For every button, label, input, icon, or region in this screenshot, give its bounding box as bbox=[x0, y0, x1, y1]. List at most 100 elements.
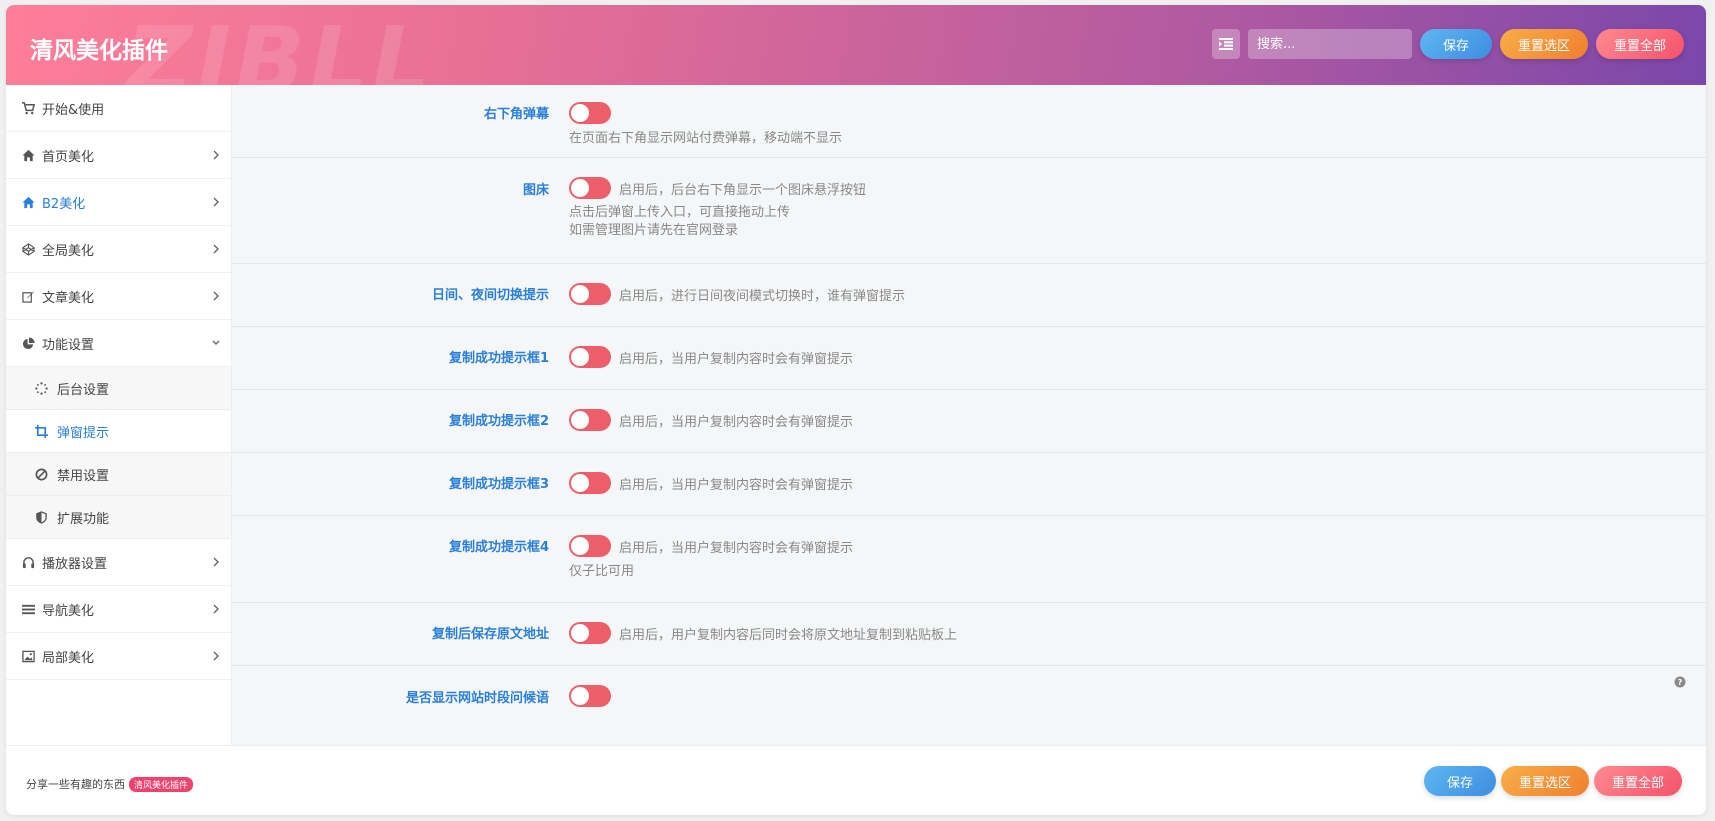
sidebar-item-local[interactable]: 局部美化 bbox=[6, 633, 231, 680]
page-title: 清风美化插件 bbox=[30, 38, 168, 64]
reset-section-button[interactable]: 重置选区 bbox=[1499, 29, 1588, 59]
setting-body: 启用后，后台右下角显示一个图床悬浮按钮 点击后弹窗上传入口，可直接拖动上传 如需… bbox=[569, 177, 866, 240]
sidebar-item-start[interactable]: 开始&使用 bbox=[6, 85, 231, 132]
home-icon bbox=[20, 147, 36, 163]
sidebar-subitem-label: 弹窗提示 bbox=[57, 425, 110, 441]
day-night-toggle[interactable] bbox=[569, 283, 611, 305]
home-icon bbox=[20, 194, 36, 210]
footer-save-button[interactable]: 保存 bbox=[1423, 766, 1496, 796]
footer-brand-badge[interactable]: 清风美化插件 bbox=[129, 776, 194, 792]
sidebar-item-global[interactable]: 全局美化 bbox=[6, 226, 231, 273]
setting-body: 启用后，当用户复制内容时会有弹窗提示 bbox=[569, 409, 853, 431]
image-host-toggle[interactable] bbox=[569, 177, 611, 199]
reset-all-button[interactable]: 重置全部 bbox=[1595, 29, 1684, 59]
setting-label: 日间、夜间切换提示 bbox=[431, 288, 549, 303]
search-input[interactable] bbox=[1247, 29, 1412, 59]
setting-label: 复制成功提示框1 bbox=[448, 351, 549, 366]
list-indent-icon bbox=[1218, 38, 1233, 50]
sidebar-item-b2[interactable]: B2美化 bbox=[6, 179, 231, 226]
setting-label: 图床 bbox=[522, 183, 549, 198]
ban-icon bbox=[33, 466, 49, 482]
chevron-right-icon bbox=[213, 197, 219, 207]
setting-desc: 仅子比可用 bbox=[569, 564, 635, 579]
sidebar-subitem-label: 扩展功能 bbox=[57, 511, 110, 527]
sidebar-item-functions[interactable]: 功能设置 bbox=[6, 320, 231, 367]
copy-tip-3-toggle[interactable] bbox=[569, 472, 611, 494]
setting-row: 复制成功提示框3 启用后，当用户复制内容时会有弹窗提示 bbox=[232, 453, 1706, 516]
save-source-url-toggle[interactable] bbox=[569, 622, 611, 644]
setting-inline-desc: 启用后，进行日间夜间模式切换时，谁有弹窗提示 bbox=[619, 288, 906, 304]
codepen-icon bbox=[20, 241, 36, 257]
copy-tip-4-toggle[interactable] bbox=[569, 535, 611, 557]
setting-row: 图床 启用后，后台右下角显示一个图床悬浮按钮 点击后弹窗上传入口，可直接拖动上传… bbox=[232, 158, 1706, 264]
expand-all-button[interactable] bbox=[1211, 29, 1240, 59]
copy-tip-1-toggle[interactable] bbox=[569, 346, 611, 368]
setting-body: 在页面右下角显示网站付费弹幕，移动端不显示 bbox=[569, 102, 842, 148]
setting-row: 复制成功提示框4 启用后，当用户复制内容时会有弹窗提示 仅子比可用 bbox=[232, 516, 1706, 603]
save-button[interactable]: 保存 bbox=[1419, 29, 1492, 59]
copy-tip-2-toggle[interactable] bbox=[569, 409, 611, 431]
setting-label: 复制后保存原文地址 bbox=[431, 627, 549, 642]
help-icon[interactable]: ? bbox=[1674, 676, 1686, 688]
footer-text: 分享一些有趣的东西 bbox=[26, 778, 125, 791]
chevron-down-icon bbox=[212, 340, 220, 345]
edit-icon bbox=[20, 288, 36, 304]
sidebar-item-label: 开始&使用 bbox=[42, 102, 105, 118]
sidebar-subitem-admin[interactable]: 后台设置 bbox=[6, 367, 231, 410]
setting-label: 复制成功提示框4 bbox=[448, 540, 549, 555]
sidebar-subitem-popup[interactable]: 弹窗提示 bbox=[6, 410, 231, 453]
setting-row: 复制成功提示框2 启用后，当用户复制内容时会有弹窗提示 bbox=[232, 390, 1706, 453]
sidebar-item-label: 导航美化 bbox=[42, 603, 95, 619]
sidebar-subitem-disable[interactable]: 禁用设置 bbox=[6, 453, 231, 496]
chevron-right-icon bbox=[213, 244, 219, 254]
footer-reset-section-button[interactable]: 重置选区 bbox=[1500, 766, 1589, 796]
setting-desc: 在页面右下角显示网站付费弹幕，移动端不显示 bbox=[569, 131, 843, 146]
cart-icon bbox=[20, 100, 36, 116]
chevron-right-icon bbox=[213, 651, 219, 661]
setting-label: 复制成功提示框3 bbox=[448, 477, 549, 492]
sidebar-nav: 开始&使用 首页美化 B2美化 全局美化 文章美化 功能设置 后台设置 弹窗提示… bbox=[6, 85, 232, 745]
setting-inline-desc: 启用后，当用户复制内容时会有弹窗提示 bbox=[619, 414, 854, 430]
sidebar-item-label: 局部美化 bbox=[42, 650, 95, 666]
setting-row: 是否显示网站时段问候语 ? bbox=[232, 666, 1706, 745]
danmaku-toggle[interactable] bbox=[569, 102, 611, 124]
footer-reset-all-button[interactable]: 重置全部 bbox=[1593, 766, 1682, 796]
image-icon bbox=[20, 648, 36, 664]
chevron-right-icon bbox=[213, 291, 219, 301]
setting-label: 是否显示网站时段问候语 bbox=[405, 691, 549, 706]
svg-text:?: ? bbox=[1678, 678, 1683, 687]
setting-row: 复制成功提示框1 启用后，当用户复制内容时会有弹窗提示 bbox=[232, 327, 1706, 390]
sidebar-item-navigation[interactable]: 导航美化 bbox=[6, 586, 231, 633]
setting-inline-desc: 启用后，当用户复制内容时会有弹窗提示 bbox=[619, 540, 854, 556]
greeting-toggle[interactable] bbox=[569, 685, 611, 707]
chevron-right-icon bbox=[213, 604, 219, 614]
chevron-right-icon bbox=[213, 150, 219, 160]
setting-row: 右下角弹幕 在页面右下角显示网站付费弹幕，移动端不显示 bbox=[232, 85, 1706, 158]
crop-icon bbox=[33, 423, 49, 439]
footer-credit: 分享一些有趣的东西 清风美化插件 bbox=[26, 776, 194, 792]
setting-body: 启用后，进行日间夜间模式切换时，谁有弹窗提示 bbox=[569, 283, 905, 305]
footer-actions: 保存 重置选区 重置全部 bbox=[1423, 766, 1682, 796]
setting-body: 启用后，当用户复制内容时会有弹窗提示 仅子比可用 bbox=[569, 535, 853, 581]
setting-row: 日间、夜间切换提示 启用后，进行日间夜间模式切换时，谁有弹窗提示 bbox=[232, 264, 1706, 327]
sidebar-item-article[interactable]: 文章美化 bbox=[6, 273, 231, 320]
setting-inline-desc: 启用后，当用户复制内容时会有弹窗提示 bbox=[619, 477, 854, 493]
sidebar-item-home[interactable]: 首页美化 bbox=[6, 132, 231, 179]
plugin-settings-window: ZIBLL 清风美化插件 保存 重置选区 重置全部 开始&使用 首页美化 B2美… bbox=[6, 5, 1706, 815]
spinner-icon bbox=[33, 380, 49, 396]
setting-inline-desc: 启用后，后台右下角显示一个图床悬浮按钮 bbox=[619, 182, 867, 198]
header-toolbar: 保存 重置选区 重置全部 bbox=[1211, 29, 1684, 59]
sidebar-subitem-extensions[interactable]: 扩展功能 bbox=[6, 496, 231, 539]
setting-body: 启用后，用户复制内容后同时会将原文地址复制到粘贴板上 bbox=[569, 622, 957, 644]
setting-desc: 点击后弹窗上传入口，可直接拖动上传 bbox=[569, 205, 791, 220]
list-icon bbox=[20, 601, 36, 617]
sidebar-item-player[interactable]: 播放器设置 bbox=[6, 539, 231, 586]
sidebar-subitem-label: 禁用设置 bbox=[57, 468, 110, 484]
settings-panel: 右下角弹幕 在页面右下角显示网站付费弹幕，移动端不显示 图床 启用后，后台右下角… bbox=[232, 85, 1706, 745]
setting-row: 复制后保存原文地址 启用后，用户复制内容后同时会将原文地址复制到粘贴板上 bbox=[232, 603, 1706, 666]
sidebar-item-label: 全局美化 bbox=[42, 243, 95, 259]
header-bar: ZIBLL 清风美化插件 保存 重置选区 重置全部 bbox=[6, 5, 1706, 114]
setting-inline-desc: 启用后，用户复制内容后同时会将原文地址复制到粘贴板上 bbox=[619, 627, 958, 643]
pie-chart-icon bbox=[20, 335, 36, 351]
shield-icon bbox=[33, 509, 49, 525]
